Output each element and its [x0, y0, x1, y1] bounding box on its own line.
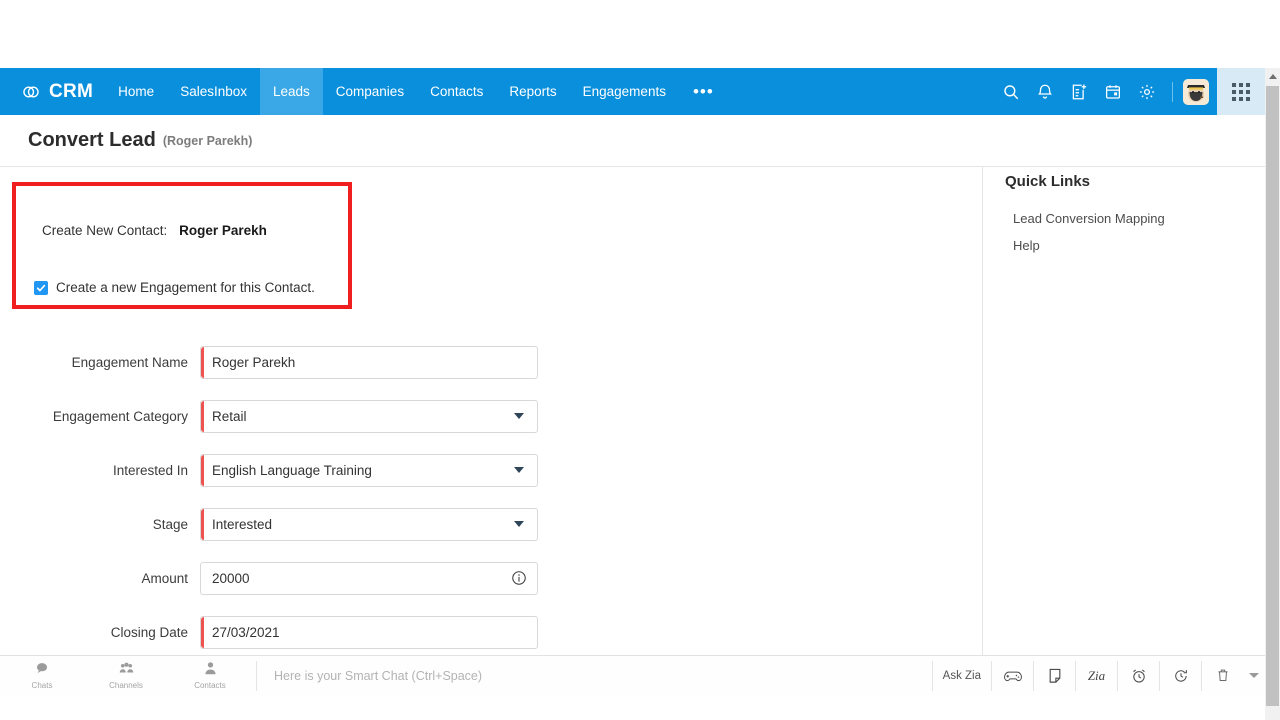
value-interested-in: English Language Training	[212, 462, 372, 478]
create-engagement-checkbox-label: Create a new Engagement for this Contact…	[56, 280, 315, 295]
form-row-stage: Stage Interested	[0, 497, 600, 551]
zia-script-label: Zia	[1087, 667, 1106, 683]
bottom-tab-chats[interactable]: Chats	[0, 656, 84, 696]
zia-script-icon[interactable]: Zia	[1075, 660, 1117, 691]
alarm-clock-icon[interactable]	[1117, 660, 1159, 691]
engagement-form: Engagement Name Roger Parekh Engagement …	[0, 335, 600, 659]
chevron-down-icon[interactable]	[1249, 673, 1259, 678]
nav-item-engagements[interactable]: Engagements	[570, 68, 679, 115]
bottom-tab-chats-label: Chats	[31, 681, 53, 690]
value-engagement-category: Retail	[212, 408, 247, 424]
apps-grid-icon[interactable]	[1217, 68, 1265, 115]
sticky-note-icon[interactable]	[1033, 660, 1075, 691]
form-row-closing-date: Closing Date 27/03/2021	[0, 605, 600, 659]
form-row-amount: Amount 20000	[0, 551, 600, 605]
chevron-down-icon	[514, 521, 524, 527]
smart-chat-input[interactable]: Here is your Smart Chat (Ctrl+Space)	[257, 669, 482, 683]
page-title: Convert Lead	[28, 129, 156, 151]
input-amount[interactable]: 20000	[200, 561, 538, 595]
label-amount: Amount	[141, 570, 188, 586]
game-controller-icon[interactable]	[991, 660, 1033, 691]
nav-item-companies[interactable]: Companies	[323, 68, 417, 115]
nav-items: Home SalesInbox Leads Companies Contacts…	[105, 68, 728, 115]
nav-divider	[1172, 81, 1173, 102]
create-contact-highlight-box: Create New Contact: Roger Parekh Create …	[12, 182, 352, 309]
value-amount: 20000	[212, 570, 250, 586]
chevron-down-icon	[514, 413, 524, 419]
calendar-icon[interactable]	[1096, 68, 1130, 115]
input-closing-date[interactable]: 27/03/2021	[200, 615, 538, 649]
label-stage: Stage	[152, 516, 188, 532]
crm-brand[interactable]: CRM	[0, 81, 105, 103]
chevron-down-icon	[514, 467, 524, 473]
select-engagement-category[interactable]: Retail	[200, 399, 538, 433]
settings-gear-icon[interactable]	[1130, 68, 1164, 115]
brand-label: CRM	[49, 80, 94, 102]
select-stage[interactable]: Interested	[200, 507, 538, 541]
select-interested-in[interactable]: English Language Training	[200, 453, 538, 487]
grid-dots	[1232, 82, 1250, 101]
quick-links-panel: Quick Links Lead Conversion Mapping Help	[982, 167, 1265, 655]
quick-link-help[interactable]: Help	[1013, 238, 1040, 253]
channels-group-icon	[119, 661, 134, 680]
info-icon[interactable]	[511, 570, 527, 591]
create-engagement-checkbox[interactable]	[34, 280, 48, 295]
notification-bell-icon[interactable]	[1028, 68, 1062, 115]
create-new-contact-row: Create New Contact: Roger Parekh	[42, 223, 267, 238]
browser-chrome-strip	[0, 0, 1280, 68]
bottom-chat-bar: Chats Channels Contacts Here is your Sma…	[0, 655, 1265, 695]
bottom-tab-contacts-label: Contacts	[194, 681, 226, 690]
page-header: Convert Lead (Roger Parekh)	[0, 115, 1265, 167]
ask-zia-button[interactable]: Ask Zia	[931, 660, 991, 691]
top-navigation-bar: CRM Home SalesInbox Leads Companies Cont…	[0, 68, 1265, 115]
crm-app-window: CRM Home SalesInbox Leads Companies Cont…	[0, 0, 1280, 720]
nav-item-leads[interactable]: Leads	[259, 68, 323, 115]
create-new-contact-value: Roger Parekh	[179, 223, 267, 238]
bottom-tab-channels-label: Channels	[109, 681, 143, 690]
label-interested-in: Interested In	[112, 462, 188, 478]
nav-item-home[interactable]: Home	[105, 68, 167, 115]
form-row-engagement-name: Engagement Name Roger Parekh	[0, 335, 600, 389]
create-engagement-checkbox-row[interactable]: Create a new Engagement for this Contact…	[34, 280, 315, 295]
scroll-up-button[interactable]	[1265, 68, 1280, 85]
label-engagement-name: Engagement Name	[71, 354, 188, 370]
nav-item-reports[interactable]: Reports	[496, 68, 569, 115]
nav-more-button[interactable]: •••	[679, 68, 728, 115]
value-closing-date: 27/03/2021	[212, 624, 280, 640]
nav-item-salesinbox[interactable]: SalesInbox	[167, 68, 260, 115]
bottom-bar-right-actions: Ask Zia Zia	[931, 656, 1265, 696]
bottom-tab-contacts[interactable]: Contacts	[168, 656, 252, 696]
quick-links-title: Quick Links	[1005, 173, 1091, 190]
chat-bubble-icon	[35, 661, 49, 680]
label-engagement-category: Engagement Category	[52, 408, 188, 424]
form-row-interested-in: Interested In English Language Training	[0, 443, 600, 497]
value-stage: Interested	[212, 516, 273, 532]
nav-item-contacts[interactable]: Contacts	[417, 68, 496, 115]
clock-history-icon[interactable]	[1159, 660, 1201, 691]
page-body: Create New Contact: Roger Parekh Create …	[0, 167, 1265, 655]
bottom-tab-channels[interactable]: Channels	[84, 656, 168, 696]
bottom-bar-tabs: Chats Channels Contacts Here is your Sma…	[0, 656, 482, 696]
page-scrollbar[interactable]	[1265, 68, 1280, 720]
label-closing-date: Closing Date	[110, 624, 188, 640]
ask-zia-label: Ask Zia	[942, 669, 981, 682]
user-avatar[interactable]	[1183, 78, 1209, 105]
form-row-engagement-category: Engagement Category Retail	[0, 389, 600, 443]
trash-bin-icon[interactable]	[1201, 660, 1243, 691]
nav-right-actions	[994, 68, 1217, 115]
quick-link-lead-conversion-mapping[interactable]: Lead Conversion Mapping	[1013, 211, 1165, 226]
create-new-contact-label: Create New Contact:	[42, 223, 168, 238]
value-engagement-name: Roger Parekh	[212, 354, 296, 370]
zoho-crm-logo-icon	[20, 81, 42, 103]
main-column: Create New Contact: Roger Parekh Create …	[0, 167, 982, 655]
input-engagement-name[interactable]: Roger Parekh	[200, 345, 538, 379]
contact-person-icon	[204, 661, 217, 680]
search-icon[interactable]	[994, 68, 1028, 115]
add-note-icon[interactable]	[1062, 68, 1096, 115]
scrollbar-thumb[interactable]	[1266, 86, 1279, 706]
page-subtitle: (Roger Parekh)	[162, 133, 253, 148]
